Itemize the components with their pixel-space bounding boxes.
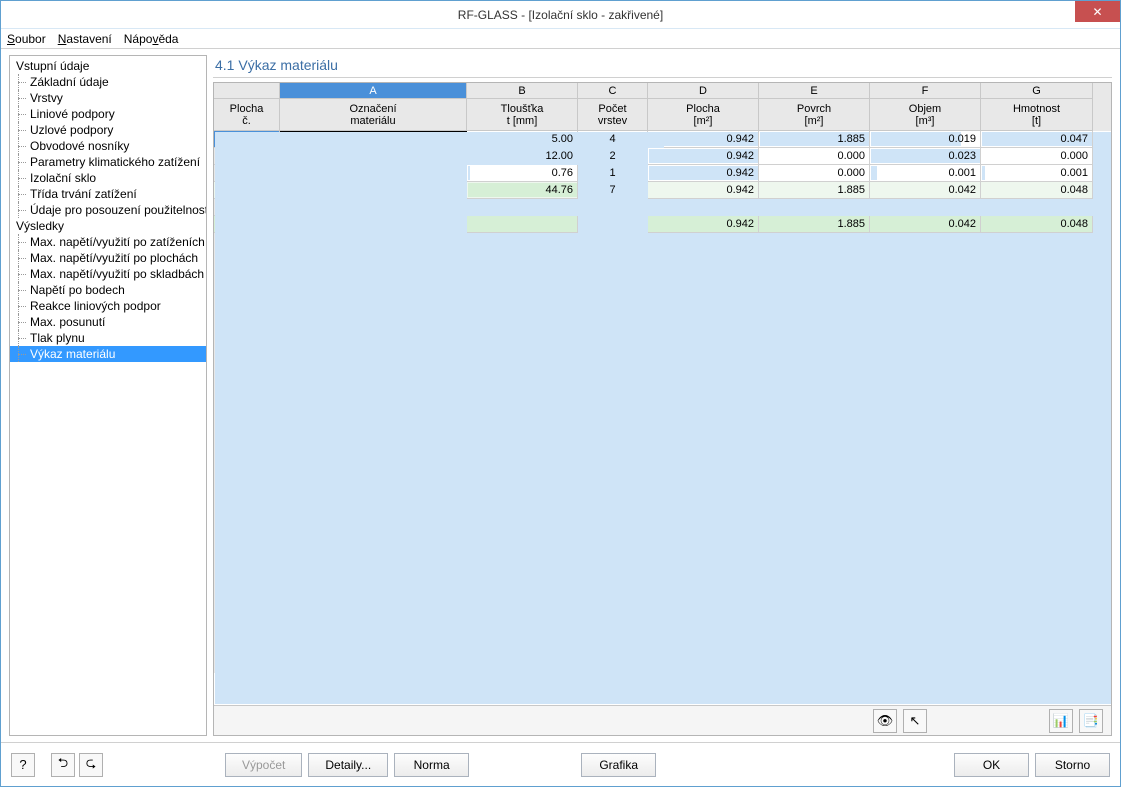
tree-item[interactable]: Údaje pro posouzení použitelnosti [10,202,206,218]
tree-item[interactable]: Napětí po bodech [10,282,206,298]
details-button[interactable]: Detaily... [308,753,388,777]
tree-item[interactable]: Obvodové nosníky [10,138,206,154]
tree-item[interactable]: Izolační sklo [10,170,206,186]
tree-panel[interactable]: Vstupní údaje Základní údaje Vrstvy Lini… [9,55,207,736]
cell-mass[interactable]: 0.048 [981,216,1093,233]
table-row[interactable]: PVB při 22 °C zatížené do 3 min 0.76 1 0… [214,165,1111,182]
col-letter-f[interactable]: F [870,83,981,99]
footer: ? ⮌ ⮎ Výpočet Detaily... Norma Grafika O… [1,742,1120,786]
help-icon[interactable]: ? [11,753,35,777]
tree-group-input[interactable]: Vstupní údaje [10,58,206,74]
cancel-button[interactable]: Storno [1035,753,1110,777]
grid-corner [214,83,280,99]
cell-volume[interactable]: 0.042 [870,182,981,199]
tree-item-selected[interactable]: Výkaz materiálu [10,346,206,362]
cell-area[interactable]: 0.942 [648,216,759,233]
window-title: RF-GLASS - [Izolační sklo - zakřivené] [458,8,663,22]
excel-icon[interactable]: 📑 [1079,709,1103,733]
grid-corner-label: Plocha č. [214,99,280,131]
cell-area[interactable]: 0.942 [648,131,759,148]
graphics-button[interactable]: Grafika [581,753,656,777]
col-letter-g[interactable]: G [981,83,1093,99]
close-button[interactable]: ✕ [1075,1,1120,22]
tree-item[interactable]: Uzlové podpory [10,122,206,138]
col-letter-d[interactable]: D [648,83,759,99]
tree-group-results[interactable]: Výsledky [10,218,206,234]
cell-surface[interactable]: 1.885 [759,182,870,199]
titlebar: RF-GLASS - [Izolační sklo - zakřivené] ✕ [1,1,1120,29]
cell-surface[interactable]: 1.885 [759,131,870,148]
col-head-surface: Povrch[m²] [759,99,870,131]
col-head-volume: Objem[m³] [870,99,981,131]
tree-item[interactable]: Vrstvy [10,90,206,106]
cell-mass[interactable]: 0.001 [981,165,1093,182]
panel-title: 4.1 Výkaz materiálu [213,55,1112,78]
cell-thickness[interactable]: 44.76 [467,182,578,199]
cell-area[interactable]: 0.942 [648,148,759,165]
tree-item[interactable]: Základní údaje [10,74,206,90]
tree-item[interactable]: Reakce liniových podpor [10,298,206,314]
body-area: Vstupní údaje Základní údaje Vrstvy Lini… [1,49,1120,742]
cell-area[interactable]: 0.942 [648,165,759,182]
col-letter-a[interactable]: A [280,83,467,99]
col-head-name: Označenímateriálu [280,99,467,131]
next-icon[interactable]: ⮎ [79,753,103,777]
tree-item[interactable]: Max. napětí/využití po zatíženích [10,234,206,250]
cell-area[interactable]: 0.942 [648,182,759,199]
prev-icon[interactable]: ⮌ [51,753,75,777]
cell-volume[interactable]: 0.023 [870,148,981,165]
cell-mass[interactable]: 0.000 [981,148,1093,165]
tree-item[interactable]: Tlak plynu [10,330,206,346]
menu-file[interactable]: Soubor [7,32,46,46]
tree-item[interactable]: Liniové podpory [10,106,206,122]
col-head-mass: Hmotnost[t] [981,99,1093,131]
cell-surface[interactable]: 0.000 [759,165,870,182]
cell-mass[interactable]: 0.047 [981,131,1093,148]
col-letter-b[interactable]: B [467,83,578,99]
menubar: Soubor Nastavení Nápověda [1,29,1120,49]
cell-count[interactable]: 2 [578,148,648,165]
tree-item[interactable]: Třída trvání zatížení [10,186,206,202]
cell-thickness[interactable]: 0.76 [467,165,578,182]
col-head-count: Početvrstev [578,99,648,131]
norm-button[interactable]: Norma [394,753,469,777]
tree-item[interactable]: Max. napětí/využití po plochách [10,250,206,266]
col-letter-c[interactable]: C [578,83,648,99]
grid-body[interactable]: 1 Tepelně tvrzené plavené sklo 5.00 4 0.… [214,131,1111,705]
cell-volume[interactable]: 0.042 [870,216,981,233]
cell-volume[interactable]: 0.019 [870,131,981,148]
export-icon[interactable]: 📊 [1049,709,1073,733]
tree-item[interactable]: Parametry klimatického zatížení [10,154,206,170]
cell-surface[interactable]: 0.000 [759,148,870,165]
right-panel: 4.1 Výkaz materiálu A B C D E F G Plocha [213,55,1112,736]
calc-button[interactable]: Výpočet [225,753,302,777]
col-head-thickness: Tloušťkat [mm] [467,99,578,131]
cell-mass[interactable]: 0.048 [981,182,1093,199]
cell-surface[interactable]: 1.885 [759,216,870,233]
tree-item[interactable]: Max. napětí/využití po skladbách [10,266,206,282]
col-head-area: Plocha[m²] [648,99,759,131]
main-window: RF-GLASS - [Izolační sklo - zakřivené] ✕… [0,0,1121,787]
pointer-icon[interactable]: ↖ [903,709,927,733]
tree-item[interactable]: Max. posunutí [10,314,206,330]
menu-help[interactable]: Nápověda [124,32,179,46]
ok-button[interactable]: OK [954,753,1029,777]
grid: A B C D E F G Plocha č. Označenímateriál… [213,82,1112,736]
menu-settings[interactable]: Nastavení [58,32,112,46]
grid-header-letters: A B C D E F G [214,83,1111,99]
cell-volume[interactable]: 0.001 [870,165,981,182]
grid-header-labels: Plocha č. Označenímateriálu Tloušťkat [m… [214,99,1111,131]
grid-toolbar: 👁 ↖ 📊 📑 [214,705,1111,735]
col-letter-e[interactable]: E [759,83,870,99]
eye-icon[interactable]: 👁 [873,709,897,733]
